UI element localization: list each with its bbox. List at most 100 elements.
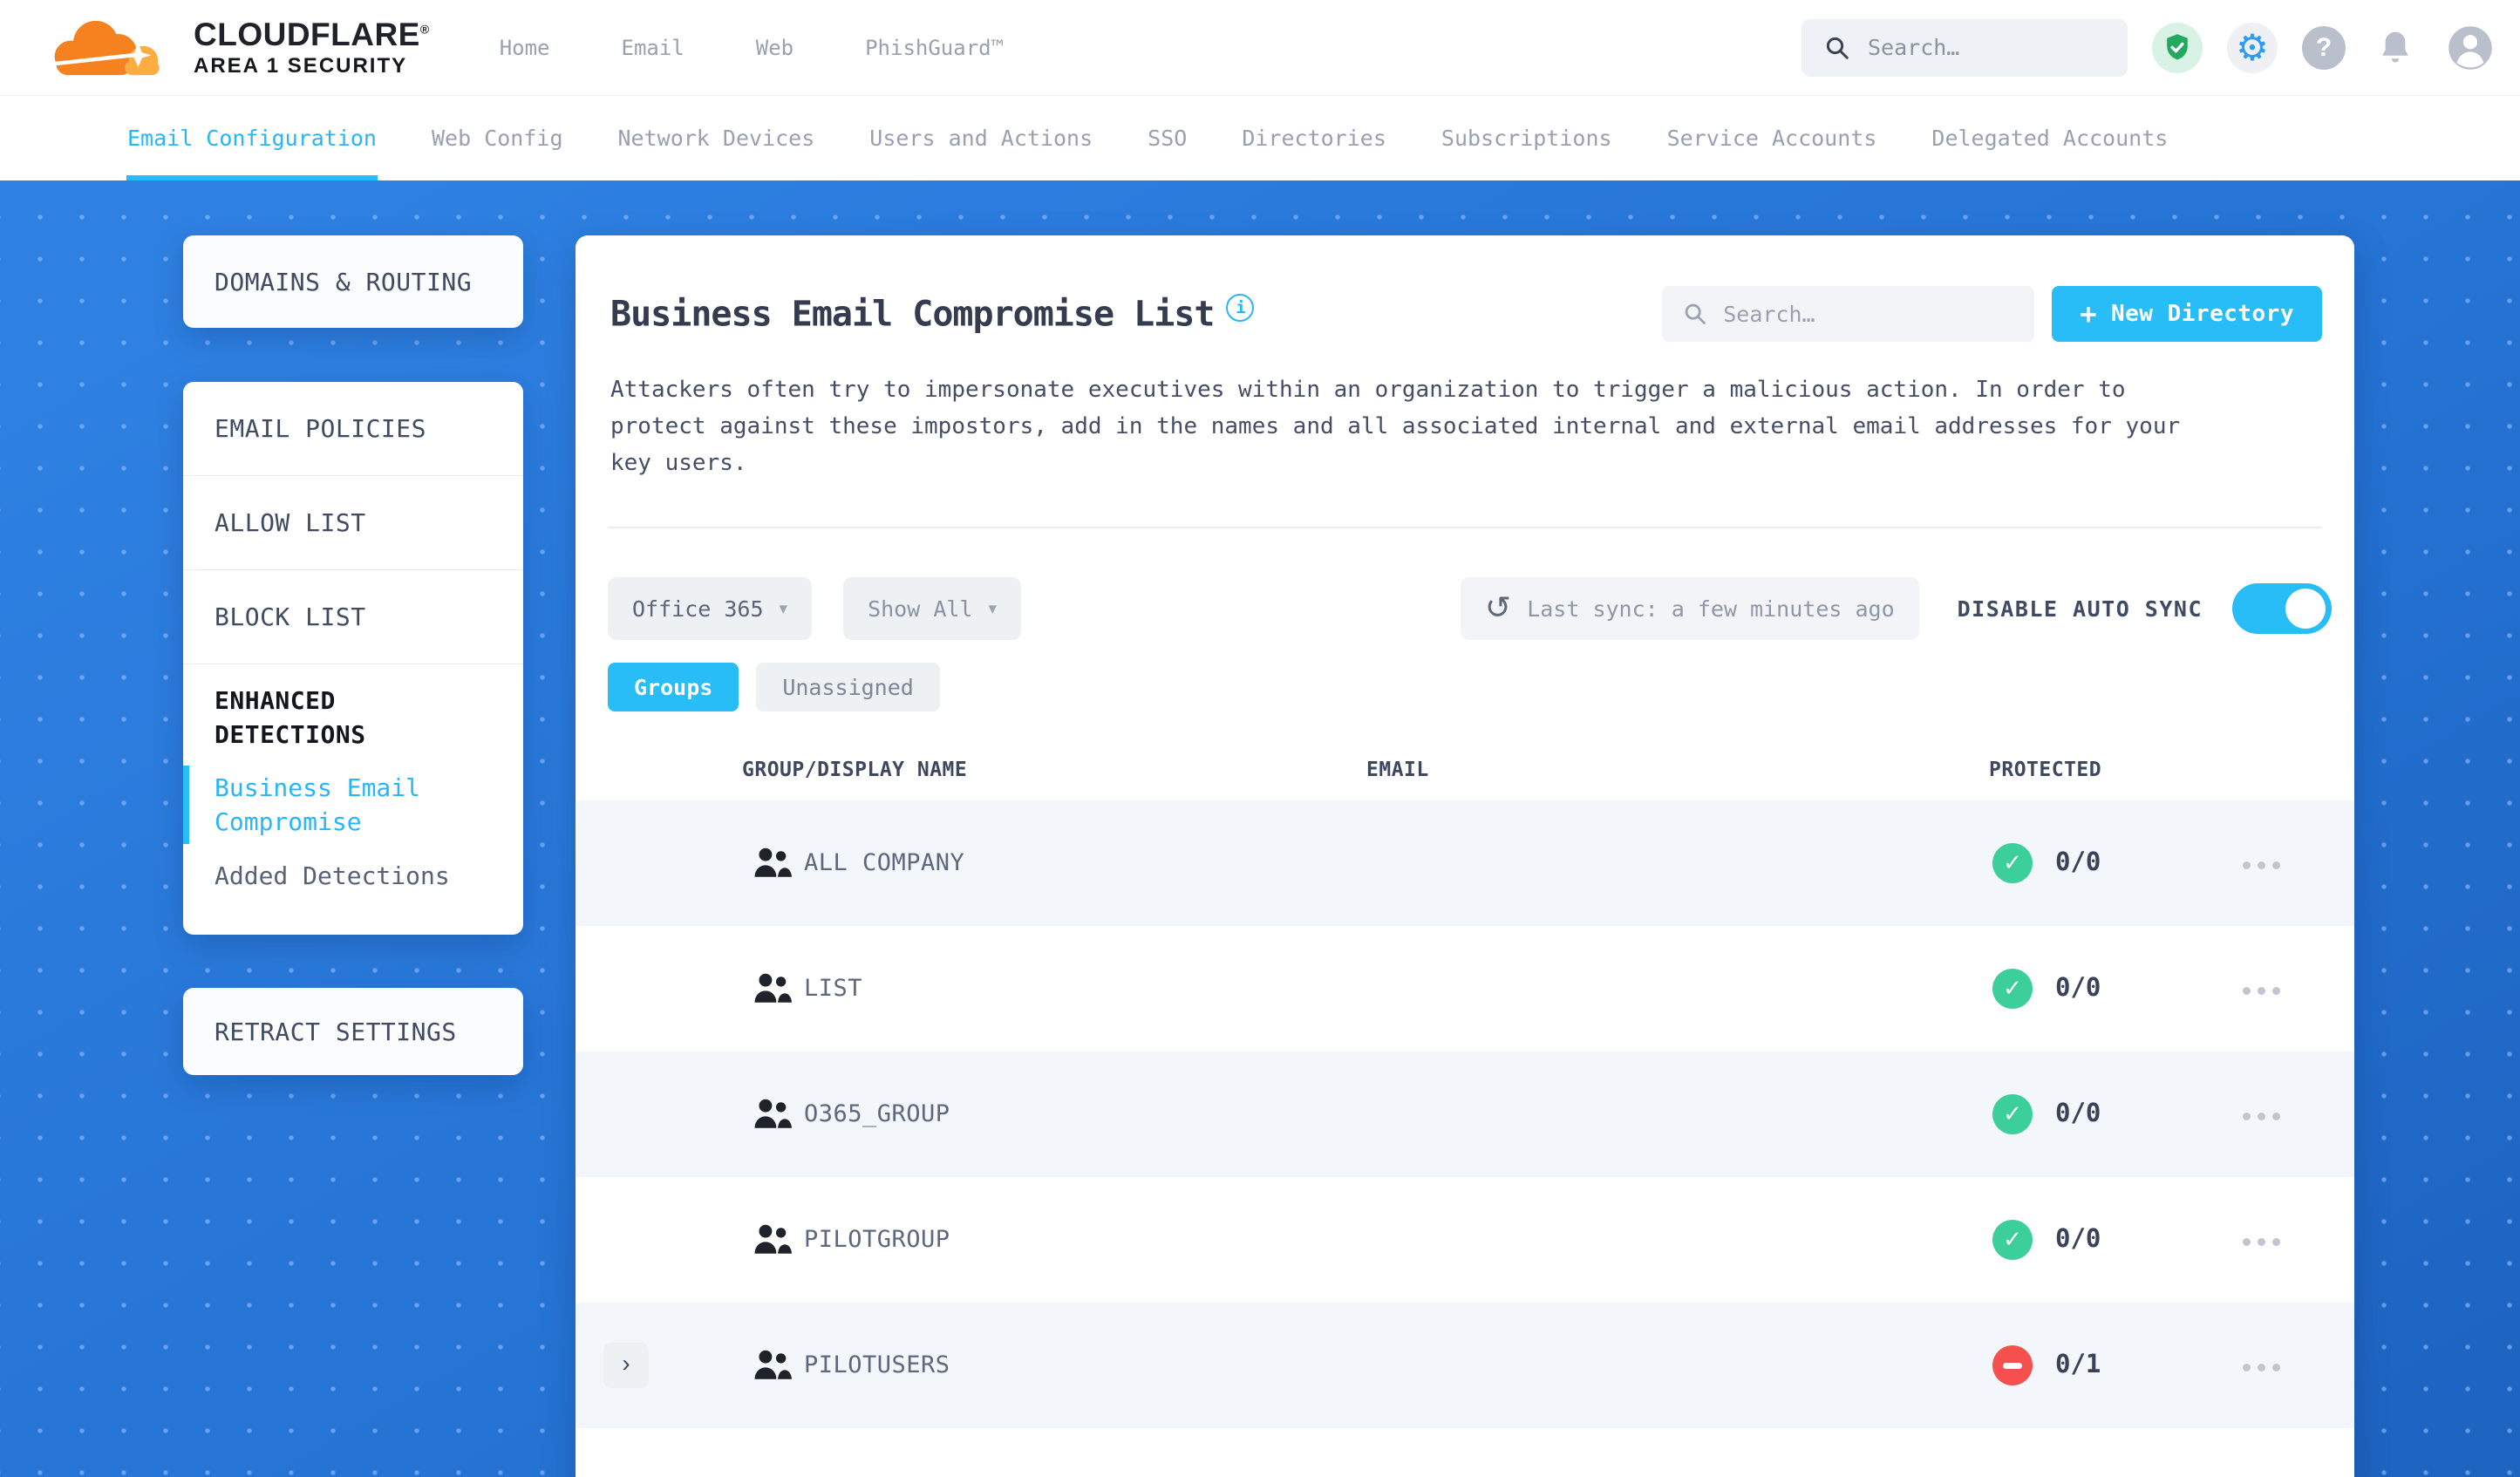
chevron-right-icon: › xyxy=(622,1350,630,1377)
bell-icon xyxy=(2382,31,2408,62)
group-name: ALL COMPANY xyxy=(804,849,965,876)
user-avatar-icon xyxy=(2448,25,2492,70)
check-icon: ✓ xyxy=(2003,1101,2022,1127)
sidebar-item-retract-settings[interactable]: RETRACT SETTINGS xyxy=(183,988,523,1075)
description-text: Attackers often try to impersonate execu… xyxy=(610,377,2181,476)
brand-subtitle: AREA 1 SECURITY xyxy=(194,54,408,78)
table-row[interactable]: › PILOTGROUP ✓ 0/0 xyxy=(576,1177,2354,1303)
bec-list-card: Business Email Compromise List i Search… … xyxy=(576,235,2354,1477)
table-row[interactable]: › PILOTUSERS ✓ 0/1 xyxy=(576,1303,2354,1428)
nav-email[interactable]: Email xyxy=(622,36,684,60)
auto-sync-toggle[interactable] xyxy=(2232,583,2332,634)
cloudflare-cloud-icon xyxy=(53,20,160,75)
account-button[interactable] xyxy=(2445,23,2496,73)
refresh-icon: ↺ xyxy=(1485,590,1512,626)
card-header-actions: Search… + New Directory xyxy=(1662,286,2322,342)
new-directory-button[interactable]: + New Directory xyxy=(2052,286,2322,342)
tab-email-configuration[interactable]: Email Configuration xyxy=(126,96,378,180)
row-menu-button[interactable] xyxy=(2239,1104,2284,1129)
logo-text: CLOUDFLARE® AREA 1 SECURITY xyxy=(194,17,430,78)
card-header: Business Email Compromise List i Search… … xyxy=(576,235,2354,342)
new-directory-label: New Directory xyxy=(2111,301,2294,327)
sidebar-item-business-email-compromise[interactable]: Business Email Compromise xyxy=(183,762,523,847)
sidebar-card-policies: EMAIL POLICIES ALLOW LIST BLOCK LIST ENH… xyxy=(183,382,523,935)
check-icon: ✓ xyxy=(2003,850,2022,876)
protected-status-icon: ✓ xyxy=(1992,1345,2033,1385)
help-button[interactable]: ? xyxy=(2302,25,2346,70)
auto-sync-label: DISABLE AUTO SYNC xyxy=(1957,596,2203,622)
table-row[interactable]: › ALL COMPANY ✓ 0/0 xyxy=(576,800,2354,926)
tab-service-accounts[interactable]: Service Accounts xyxy=(1667,96,1877,180)
sidebar-item-domains-routing[interactable]: DOMAINS & ROUTING xyxy=(183,235,523,328)
nav-web[interactable]: Web xyxy=(756,36,793,60)
settings-button[interactable]: ⚙ xyxy=(2227,22,2278,73)
protected-count: 0/0 xyxy=(2055,1223,2101,1253)
sidebar-item-allow-list[interactable]: ALLOW LIST xyxy=(183,476,523,570)
nav-phishguard[interactable]: PhishGuard™ xyxy=(865,36,1004,60)
group-name: PILOTUSERS xyxy=(804,1351,950,1378)
minus-icon xyxy=(2003,1362,2022,1369)
primary-nav: Home Email Web PhishGuard™ xyxy=(500,36,1004,60)
group-icon xyxy=(752,844,792,884)
header-actions: Search… ⚙ ? xyxy=(1801,18,2496,77)
table-row[interactable]: › O365_GROUP ✓ 0/0 xyxy=(576,1052,2354,1177)
brand-wordmark: CLOUDFLARE® xyxy=(194,17,430,52)
row-menu-button[interactable] xyxy=(2239,1355,2284,1380)
column-header-protected: PROTECTED xyxy=(1989,759,2102,781)
sidebar-section-enhanced-detections: ENHANCED DETECTIONS xyxy=(215,686,366,749)
sidebar-item-email-policies[interactable]: EMAIL POLICIES xyxy=(183,382,523,476)
group-name: O365_GROUP xyxy=(804,1100,950,1127)
chevron-down-icon: ▾ xyxy=(779,599,788,618)
tab-directories[interactable]: Directories xyxy=(1242,96,1386,180)
tab-web-config[interactable]: Web Config xyxy=(432,96,563,180)
notifications-button[interactable] xyxy=(2370,23,2421,73)
tab-network-devices[interactable]: Network Devices xyxy=(618,96,815,180)
sidebar-card-retract: RETRACT SETTINGS xyxy=(183,988,523,1075)
protected-status-icon: ✓ xyxy=(1992,1220,2033,1260)
tab-sso[interactable]: SSO xyxy=(1148,96,1187,180)
tab-unassigned[interactable]: Unassigned xyxy=(756,663,940,711)
sidebar-item-block-list[interactable]: BLOCK LIST xyxy=(183,570,523,664)
info-icon[interactable]: i xyxy=(1226,293,1255,322)
row-menu-button[interactable] xyxy=(2239,853,2284,878)
search-icon xyxy=(1685,303,1706,324)
page-title: Business Email Compromise List i xyxy=(610,293,1255,334)
global-search-input[interactable]: Search… xyxy=(1801,18,2128,77)
tab-groups[interactable]: Groups xyxy=(608,663,739,711)
sidebar-item-added-detections[interactable]: Added Detections xyxy=(183,847,523,890)
check-icon: ✓ xyxy=(2003,976,2022,1002)
search-icon xyxy=(1826,37,1849,59)
plus-icon: + xyxy=(2080,297,2097,330)
column-header-group-name: GROUP/DISPLAY NAME xyxy=(742,759,968,781)
group-icon xyxy=(752,1095,792,1135)
table-body: › ALL COMPANY ✓ 0/0 › LIST xyxy=(576,800,2354,1428)
secondary-nav: Email Configuration Web Config Network D… xyxy=(0,96,2520,180)
list-tabs: Groups Unassigned xyxy=(576,663,2354,711)
row-expander[interactable]: › xyxy=(603,1343,649,1388)
list-search-input[interactable]: Search… xyxy=(1662,286,2035,342)
protected-count: 0/0 xyxy=(2055,847,2101,876)
protected-count: 0/1 xyxy=(2055,1349,2101,1378)
show-filter-dropdown[interactable]: Show All ▾ xyxy=(843,577,1022,640)
column-header-email: EMAIL xyxy=(1366,759,1429,781)
question-mark-icon: ? xyxy=(2315,32,2333,62)
table-header: GROUP/DISPLAY NAME EMAIL PROTECTED xyxy=(576,743,2354,800)
table-row[interactable]: › LIST ✓ 0/0 xyxy=(576,926,2354,1052)
row-menu-button[interactable] xyxy=(2239,1229,2284,1255)
nav-home[interactable]: Home xyxy=(500,36,550,60)
last-sync-label: Last sync: a few minutes ago xyxy=(1527,596,1895,622)
tab-delegated-accounts[interactable]: Delegated Accounts xyxy=(1931,96,2168,180)
security-status-button[interactable] xyxy=(2152,22,2203,73)
shield-check-icon xyxy=(2167,33,2188,59)
directory-filter-dropdown[interactable]: Office 365 ▾ xyxy=(608,577,813,640)
tab-users-and-actions[interactable]: Users and Actions xyxy=(869,96,1093,180)
row-menu-button[interactable] xyxy=(2239,978,2284,1004)
gear-icon: ⚙ xyxy=(2236,25,2269,69)
tab-subscriptions[interactable]: Subscriptions xyxy=(1441,96,1612,180)
last-sync-button[interactable]: ↺ Last sync: a few minutes ago xyxy=(1461,577,1919,640)
search-placeholder: Search… xyxy=(1868,35,1960,60)
group-icon xyxy=(752,1346,792,1386)
group-name: PILOTGROUP xyxy=(804,1226,950,1253)
cloudflare-logo[interactable]: CLOUDFLARE® AREA 1 SECURITY xyxy=(45,11,430,85)
protected-status-icon: ✓ xyxy=(1992,1094,2033,1134)
